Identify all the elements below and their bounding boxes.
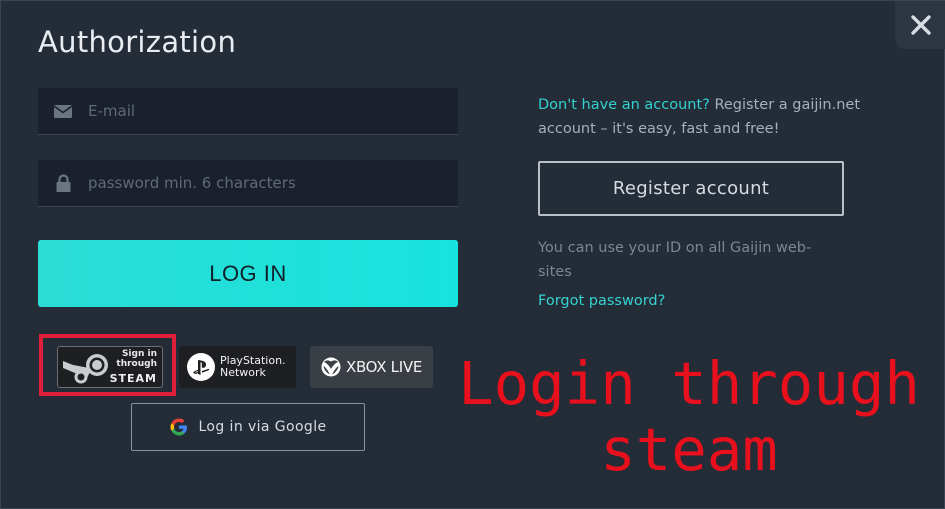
google-logo-icon [170,418,188,436]
register-account-button[interactable]: Register account [538,161,844,216]
playstation-logo-icon [187,353,215,381]
lock-icon [38,174,88,192]
gaijin-id-note: You can use your ID on all Gaijin web-si… [538,240,812,280]
login-button[interactable]: LOG IN [38,240,458,307]
steam-label-line2: through [116,359,157,369]
playstation-sign-in-button[interactable]: PlayStation. Network [179,346,296,388]
register-info-text: Don't have an account? Register a gaijin… [538,93,878,141]
steam-logo-icon [63,354,108,384]
close-icon [910,15,931,35]
playstation-label-line2: Network [220,366,266,379]
envelope-icon [38,104,88,118]
steam-label-line1: Sign in [121,349,157,359]
no-account-link[interactable]: Don't have an account? [538,97,710,113]
email-field-container[interactable] [38,88,458,135]
close-button[interactable] [895,1,945,49]
password-input[interactable] [88,160,458,206]
steam-sign-in-button[interactable]: Sign in through STEAM [57,346,163,388]
steam-label-brand: STEAM [109,372,157,385]
annotation-text: Login through steam [439,351,939,483]
xbox-live-sign-in-button[interactable]: XBOX LIVE [310,346,433,388]
dialog-title: Authorization [38,25,237,59]
email-input[interactable] [88,88,458,134]
annotation-line1: Login through [458,349,920,418]
xbox-logo-icon [321,357,341,377]
google-sign-in-label: Log in via Google [198,419,327,435]
annotation-line2: steam [600,415,778,484]
authorization-dialog: Authorization LOG IN [0,0,945,509]
xbox-live-label: XBOX LIVE [345,358,422,376]
google-sign-in-button[interactable]: Log in via Google [131,403,365,451]
password-field-container[interactable] [38,160,458,207]
forgot-password-link[interactable]: Forgot password? [538,289,665,313]
